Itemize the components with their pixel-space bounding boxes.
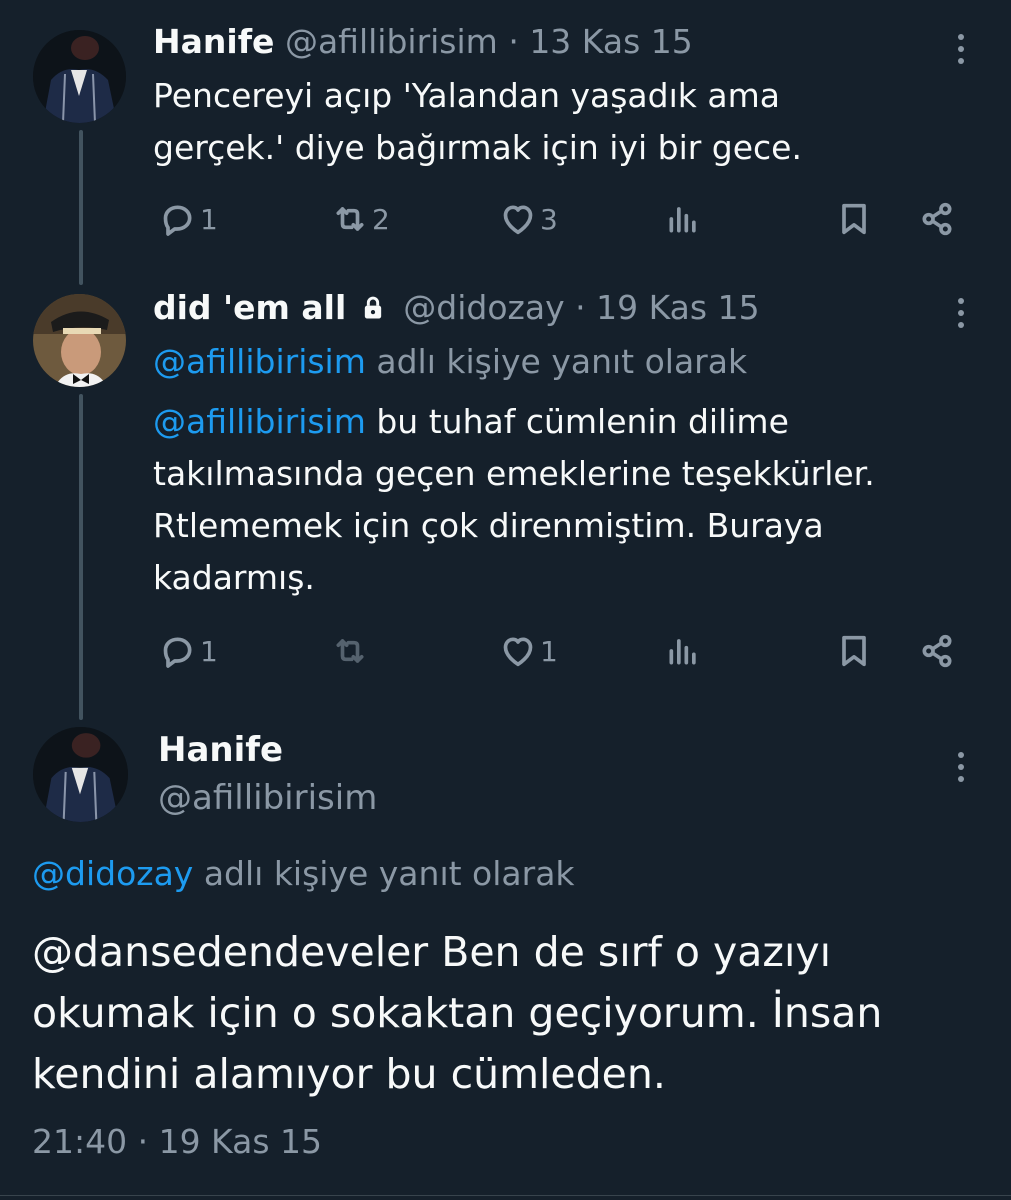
retweet-button[interactable] xyxy=(330,629,370,673)
tweet-header: did 'em all @didozay · 19 Kas 15 xyxy=(153,288,760,328)
reply-to-link[interactable]: @didozay xyxy=(32,854,193,893)
bookmark-button[interactable] xyxy=(834,197,874,241)
tweet-text-line: takılmasında geçen emeklerine teşekkürle… xyxy=(153,454,875,493)
bookmark-button[interactable] xyxy=(834,629,874,673)
tweet-text-line: gerçek.' diye bağırmak için iyi bir gece… xyxy=(153,128,802,167)
author-name[interactable]: did 'em all xyxy=(153,288,346,327)
tweet-text-fragment: bu tuhaf cümlenin dilime xyxy=(365,402,789,441)
author-name[interactable]: Hanife xyxy=(153,22,274,61)
reply-context: @afillibirisim adlı kişiye yanıt olarak xyxy=(153,342,747,382)
tweet-text: @dansedendeveler Ben de sırf o yazıyı ok… xyxy=(32,922,982,1105)
reply-to-label: adlı kişiye yanıt olarak xyxy=(365,342,748,381)
tweet-date[interactable]: 19 Kas 15 xyxy=(596,288,759,327)
reply-button[interactable]: 1 xyxy=(158,197,218,241)
more-icon[interactable] xyxy=(955,752,967,788)
views-icon xyxy=(669,639,696,665)
author-name[interactable]: Hanife xyxy=(158,728,283,772)
like-count: 3 xyxy=(540,202,558,236)
tweet-text: Pencereyi açıp 'Yalandan yaşadık ama ger… xyxy=(153,70,802,174)
lock-icon xyxy=(364,296,381,319)
more-icon[interactable] xyxy=(955,298,967,334)
thread-line xyxy=(79,130,83,285)
retweet-icon xyxy=(336,207,364,231)
views-icon xyxy=(669,207,696,233)
like-button[interactable]: 1 xyxy=(498,629,558,673)
separator-dot: · xyxy=(575,288,586,327)
tweet-text-line: Pencereyi açıp 'Yalandan yaşadık ama xyxy=(153,76,780,115)
author-handle[interactable]: @afillibirisim xyxy=(285,22,498,61)
like-icon xyxy=(503,637,533,667)
reply-count: 1 xyxy=(200,634,218,668)
reply-count: 1 xyxy=(200,202,218,236)
reply-context: @didozay adlı kişiye yanıt olarak xyxy=(32,852,575,896)
reply-to-link[interactable]: @afillibirisim xyxy=(153,342,366,381)
retweet-count: 2 xyxy=(372,202,390,236)
retweet-button[interactable]: 2 xyxy=(330,197,390,241)
more-icon[interactable] xyxy=(955,34,967,70)
tweet-text: @afillibirisim bu tuhaf cümlenin dilime … xyxy=(153,396,875,604)
share-button[interactable] xyxy=(917,197,957,241)
reply-icon xyxy=(163,637,192,668)
like-icon xyxy=(503,205,533,235)
like-button[interactable]: 3 xyxy=(498,197,558,241)
separator-dot: · xyxy=(508,22,519,61)
retweet-icon xyxy=(336,639,364,663)
tweet-text-line: okumak için o sokaktan geçiyorum. İnsan xyxy=(32,989,883,1037)
tweet-timestamp[interactable]: 21:40 · 19 Kas 15 xyxy=(32,1120,322,1164)
like-count: 1 xyxy=(540,634,558,668)
avatar[interactable] xyxy=(33,727,128,822)
bookmark-icon xyxy=(842,635,866,667)
tweet-text-line: kendini alamıyor bu cümleden. xyxy=(32,1050,666,1098)
share-icon xyxy=(922,202,952,236)
tweet-thread-page: Hanife @afillibirisim · 13 Kas 15 Pencer… xyxy=(0,0,1011,1200)
bookmark-icon xyxy=(842,203,866,235)
divider xyxy=(0,1195,1011,1196)
tweet-text-line: @afillibirisim bu tuhaf cümlenin dilime xyxy=(153,396,875,448)
tweet-text-line: kadarmış. xyxy=(153,558,315,597)
reply-icon xyxy=(163,205,192,236)
avatar[interactable] xyxy=(33,30,126,123)
tweet-date[interactable]: 13 Kas 15 xyxy=(529,22,692,61)
mention-link[interactable]: @afillibirisim xyxy=(153,402,366,441)
views-button[interactable] xyxy=(663,629,703,673)
author-handle[interactable]: @afillibirisim xyxy=(158,776,377,820)
tweet-text-line: @dansedendeveler Ben de sırf o yazıyı xyxy=(32,928,831,976)
reply-button[interactable]: 1 xyxy=(158,629,218,673)
avatar[interactable] xyxy=(33,294,126,387)
reply-to-label: adlı kişiye yanıt olarak xyxy=(193,854,575,893)
tweet-header: Hanife @afillibirisim · 13 Kas 15 xyxy=(153,22,693,62)
share-button[interactable] xyxy=(917,629,957,673)
share-icon xyxy=(922,634,952,668)
tweet-text-line: Rtlememek için çok direnmiştim. Buraya xyxy=(153,506,824,545)
views-button[interactable] xyxy=(663,197,703,241)
author-handle[interactable]: @didozay xyxy=(403,288,564,327)
thread-line xyxy=(79,394,83,720)
